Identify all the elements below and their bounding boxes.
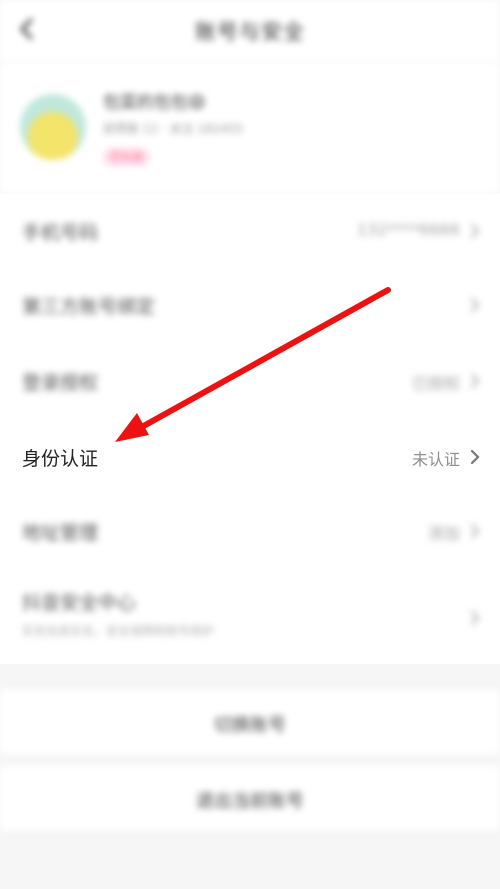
row-label: 第三方账号绑定 (22, 296, 156, 318)
profile-card[interactable]: 包菜的包包😄 获赞数 12 · 关注 182455 已认证 (0, 62, 500, 194)
row-value: 132****6666 (356, 220, 460, 239)
row-value: 未认证 (411, 450, 460, 469)
chevron-right-icon (470, 523, 480, 539)
top-bar: 账号与安全 (0, 0, 500, 62)
row-label: 地址管理 (22, 522, 99, 544)
switch-account-button[interactable]: 切换账号 (0, 690, 500, 754)
chevron-right-icon (470, 449, 480, 465)
settings-row-identity[interactable]: 身份认证 未认证 (0, 420, 500, 494)
settings-row-login-auth[interactable]: 登录授权 已授权 (0, 344, 500, 418)
row-value: 添加 (427, 524, 460, 543)
row-label: 手机号码 (22, 222, 99, 244)
avatar[interactable] (20, 94, 86, 160)
logout-button[interactable]: 退出当前账号 (0, 766, 500, 830)
settings-row-address[interactable]: 地址管理 添加 (0, 494, 500, 568)
row-label: 身份认证 (22, 448, 99, 470)
settings-row-security-center[interactable]: 抖音安全中心 实名信息实名，安全保障和账号保护 (0, 570, 500, 666)
settings-row-third-party[interactable]: 第三方账号绑定 (0, 268, 500, 342)
chevron-right-icon (470, 610, 480, 626)
chevron-right-icon (470, 373, 480, 389)
page-title: 账号与安全 (195, 20, 305, 44)
profile-badge: 已认证 (103, 148, 150, 166)
row-label: 抖音安全中心 (22, 592, 137, 614)
switch-account-label: 切换账号 (214, 715, 286, 736)
profile-nickname: 包菜的包包😄 (103, 93, 206, 113)
settings-list: 手机号码 132****6666 第三方账号绑定 登录授权 已授权 身份认证 未… (0, 194, 500, 664)
logout-label: 退出当前账号 (196, 791, 304, 812)
chevron-right-icon (470, 223, 480, 239)
row-subtitle: 实名信息实名，安全保障和账号保护 (22, 624, 215, 638)
profile-subtitle: 获赞数 12 · 关注 182455 (103, 122, 244, 136)
row-label: 登录授权 (22, 372, 99, 394)
row-value: 已授权 (411, 374, 460, 393)
settings-row-phone[interactable]: 手机号码 132****6666 (0, 194, 500, 268)
chevron-right-icon (470, 297, 480, 313)
